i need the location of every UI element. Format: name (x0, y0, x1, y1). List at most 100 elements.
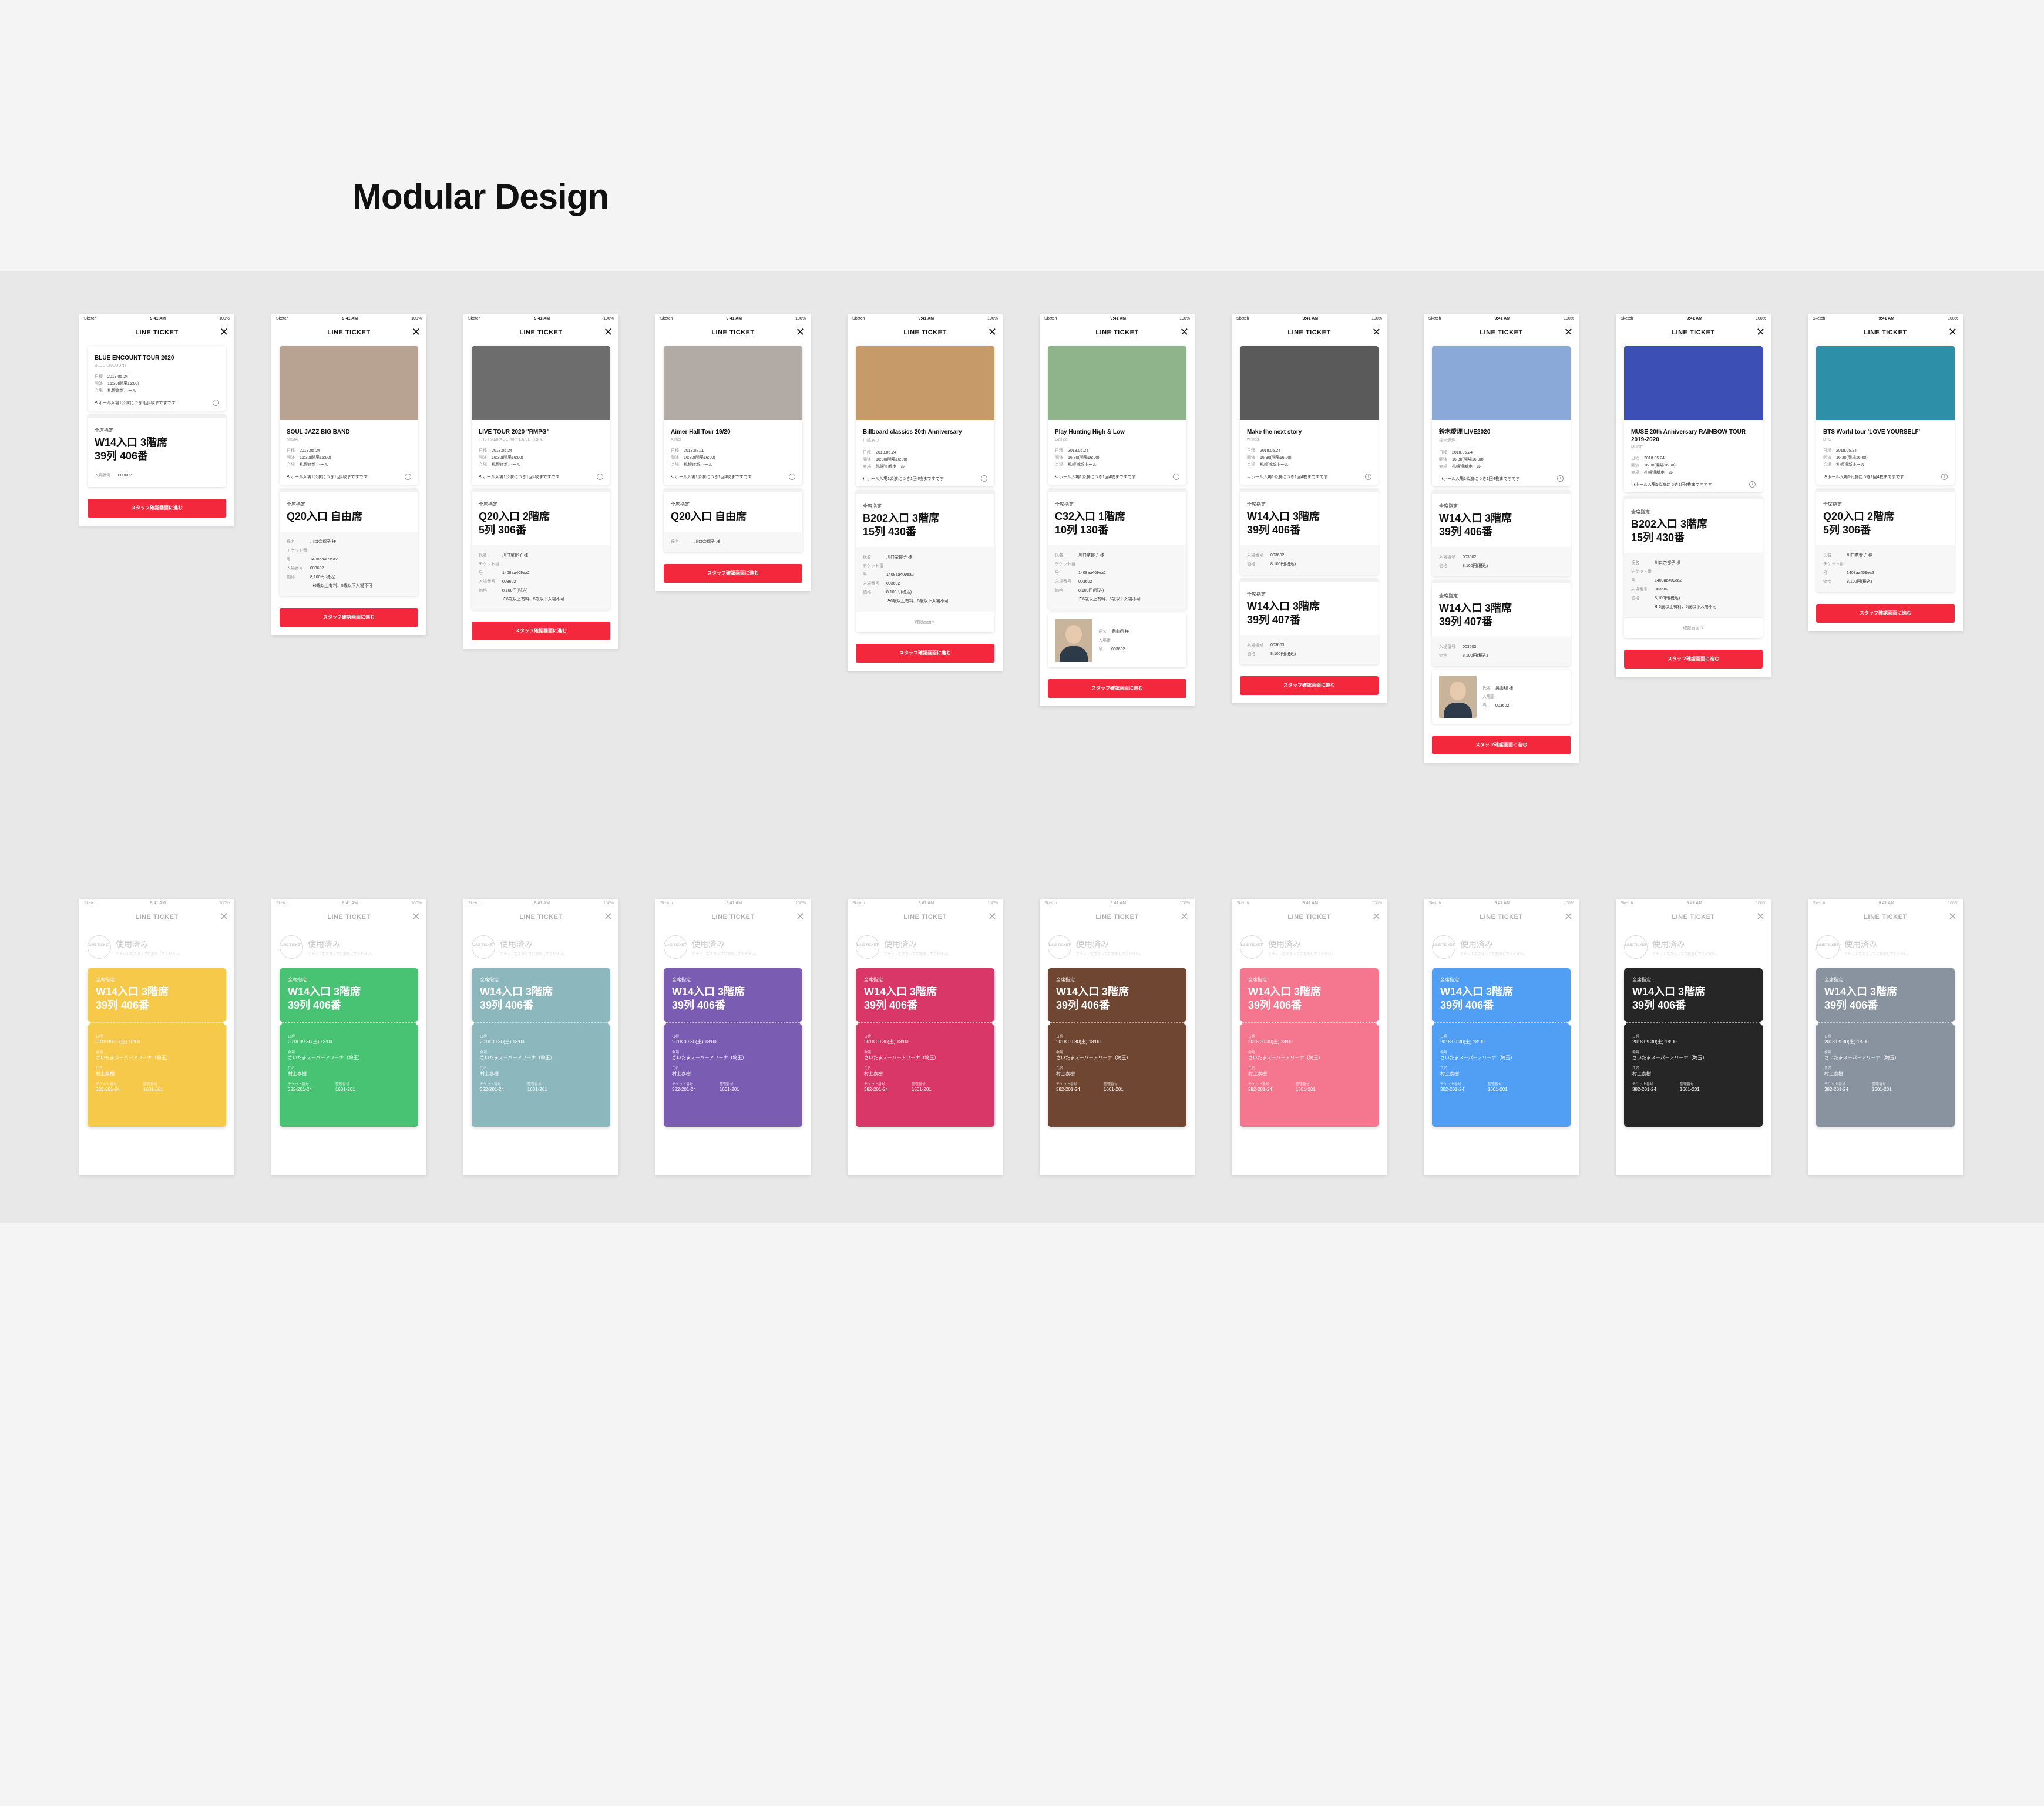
seat-value: W14入口 3階席 39列 406番 (1440, 986, 1514, 1011)
staff-confirm-button[interactable]: スタッフ確認画面に進む (1624, 650, 1763, 669)
close-icon[interactable]: ✕ (604, 326, 613, 338)
staff-confirm-button[interactable]: スタッフ確認画面に進む (1816, 604, 1955, 623)
ticket-key: 整理番号 (1295, 1083, 1310, 1086)
seat-value: W14入口 3階席 39列 406番 (864, 986, 937, 1011)
seat-type: 全席指定 (1247, 592, 1266, 597)
detail-value: 003603 (1463, 645, 1477, 649)
event-title: Play Hunting High & Low (1055, 429, 1125, 435)
seat-block: 全席指定 B202入口 3階席 15列 430番 (1624, 496, 1763, 553)
close-icon[interactable]: ✕ (412, 911, 421, 922)
info-icon[interactable]: i (405, 474, 411, 480)
close-icon[interactable]: ✕ (796, 326, 805, 338)
phone-screen: Sketch 9:41 AM 100% LINE TICKET ✕ Billboard c… (848, 314, 1003, 671)
info-icon[interactable]: i (597, 474, 603, 480)
info-icon[interactable]: i (1749, 481, 1756, 488)
detail-value: 1408aa409ea2 (1078, 571, 1106, 575)
nav-title: LINE TICKET (135, 329, 179, 336)
info-icon[interactable]: i (1557, 475, 1564, 482)
nav-title: LINE TICKET (1095, 914, 1139, 921)
staff-confirm-link[interactable]: 確認画面へ (1624, 617, 1763, 638)
event-artist: MUSE (1631, 445, 1643, 449)
colored-ticket: 全席指定 W14入口 3階席 39列 406番 日程 2018.09.30(土) 18:… (1813, 968, 1958, 1127)
close-icon[interactable]: ✕ (1372, 326, 1381, 338)
staff-confirm-button[interactable]: スタッフ確認画面に進む (1048, 679, 1186, 698)
staff-confirm-link[interactable]: 確認画面へ (856, 612, 994, 632)
close-icon[interactable]: ✕ (1756, 326, 1765, 338)
staff-confirm-button[interactable]: スタッフ確認画面に進む (856, 644, 994, 663)
event-row-key: 開演 (863, 458, 871, 462)
ticket-number-cell: チケット番号 382-201-24 (1248, 1077, 1272, 1093)
detail-value: 003602 (1655, 588, 1669, 592)
close-icon[interactable]: ✕ (1564, 911, 1573, 922)
detail-row: チケット番号 1408aa409ea2 (863, 562, 987, 579)
staff-confirm-button[interactable]: スタッフ確認画面に進む (472, 622, 610, 640)
info-icon[interactable]: i (1941, 474, 1948, 480)
close-icon[interactable]: ✕ (1372, 911, 1381, 922)
details-block: 氏名 川口奈都子 様チケット番号 1408aa409ea2 入場番号 003602 価格 8… (280, 532, 418, 596)
close-icon[interactable]: ✕ (1180, 326, 1189, 338)
ticket-numbers: チケット番号 382-201-24 整理番号 1601-201 (1056, 1077, 1178, 1093)
ticket-value: 村上泰樹 (96, 1071, 115, 1076)
detail-key: 価格 (1439, 564, 1447, 568)
ticket-key: チケット番号 (96, 1083, 117, 1086)
used-title: 使用済み (1844, 939, 1877, 949)
nav-bar: LINE TICKET ✕ (1232, 907, 1387, 927)
status-carrier: Sketch (84, 901, 97, 905)
close-icon[interactable]: ✕ (604, 911, 613, 922)
close-icon[interactable]: ✕ (1756, 911, 1765, 922)
close-icon[interactable]: ✕ (1948, 326, 1957, 338)
info-icon[interactable]: i (1365, 474, 1371, 480)
staff-confirm-button[interactable]: スタッフ確認画面に進む (1240, 676, 1379, 695)
detail-value: ※6歳以上有料、5歳以下入場不可 (1078, 597, 1141, 602)
detail-key: 氏名 (1098, 629, 1107, 634)
details-block: 入場番号 003603 価格 8,100円(税込) (1240, 635, 1379, 664)
detail-value: 003602 (1111, 647, 1125, 652)
status-time: 9:41 AM (1878, 316, 1895, 321)
status-carrier: Sketch (1236, 901, 1249, 905)
staff-confirm-button[interactable]: スタッフ確認画面に進む (664, 564, 802, 583)
event-row-value: 16:30(開場16:00) (1068, 456, 1100, 460)
nav-title: LINE TICKET (1672, 329, 1715, 336)
staff-confirm-button[interactable]: スタッフ確認画面に進む (280, 608, 418, 627)
phone-screen: Sketch 9:41 AM 100% LINE TICKET ✕ Aimer Hall … (655, 314, 811, 591)
detail-value: 1408aa409ea2 (1847, 571, 1874, 575)
close-icon[interactable]: ✕ (220, 326, 228, 338)
detail-value: 003602 (310, 566, 324, 570)
info-icon[interactable]: i (981, 475, 987, 482)
nav-bar: LINE TICKET ✕ (1424, 907, 1579, 927)
ticket-value: さいたまスーパーアリーナ（埼玉） (1824, 1055, 1900, 1060)
ticket-top: 全席指定 W14入口 3階席 39列 406番 (1624, 968, 1763, 1022)
event-row-value: 2018.05.24 (1836, 449, 1857, 453)
status-bar: Sketch 9:41 AM 100% (848, 314, 1003, 323)
status-carrier: Sketch (1428, 901, 1441, 905)
event-row: 日程 2018.05.24 (1055, 448, 1179, 455)
close-icon[interactable]: ✕ (988, 911, 997, 922)
colored-ticket: 全席指定 W14入口 3階席 39列 406番 日程 2018.09.30(土) 18:… (1044, 968, 1190, 1127)
ticket-value: 1601-201 (719, 1087, 739, 1092)
close-icon[interactable]: ✕ (796, 911, 805, 922)
ticket-value: 1601-201 (335, 1087, 355, 1092)
used-header: LINE TICKET 使用済み チケットをスタッフに提示してください。 (79, 927, 234, 959)
close-icon[interactable]: ✕ (1180, 911, 1189, 922)
perforation (276, 1020, 422, 1026)
close-icon[interactable]: ✕ (220, 911, 228, 922)
event-row: 開演 16:30(開場16:00) (479, 455, 603, 462)
close-icon[interactable]: ✕ (1564, 326, 1573, 338)
ticket-key: チケット番号 (672, 1083, 694, 1086)
staff-confirm-button[interactable]: スタッフ確認画面に進む (88, 499, 226, 518)
close-icon[interactable]: ✕ (412, 326, 421, 338)
status-battery: 100% (987, 316, 998, 321)
info-icon[interactable]: i (1173, 474, 1179, 480)
ticket-key: 会場 (672, 1051, 680, 1055)
ticket-value: 2018.09.30(土) 18:00 (864, 1039, 909, 1045)
seat-value: C32入口 1階席 10列 130番 (1055, 511, 1126, 536)
info-icon[interactable]: i (789, 474, 795, 480)
close-icon[interactable]: ✕ (988, 326, 997, 338)
event-row-value: 16:30(開場16:00) (492, 456, 523, 460)
close-icon[interactable]: ✕ (1948, 911, 1957, 922)
event-row-key: 会場 (1823, 463, 1831, 467)
event-note: ※ホール入場1公演につき1回4枚まですです i (1247, 474, 1371, 480)
ticket-key: 会場 (864, 1051, 872, 1055)
staff-confirm-button[interactable]: スタッフ確認画面に進む (1432, 736, 1571, 754)
info-icon[interactable]: i (213, 400, 219, 406)
